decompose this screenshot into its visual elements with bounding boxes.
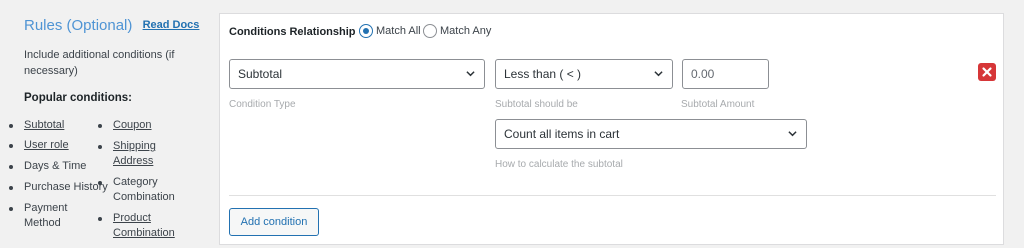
match-all-label[interactable]: Match All: [376, 25, 421, 37]
subtotal-amount-input[interactable]: 0.00: [682, 59, 769, 89]
rules-title-text: Rules (Optional): [24, 17, 133, 34]
match-all-radio[interactable]: [359, 24, 373, 38]
condition-link-subtotal[interactable]: Subtotal: [8, 118, 64, 133]
close-icon: [982, 67, 992, 77]
condition-type-select[interactable]: Subtotal: [229, 59, 485, 89]
subtotal-amount-hint: Subtotal Amount: [681, 99, 755, 110]
subtotal-calculation-select[interactable]: Count all items in cart: [495, 119, 807, 149]
subtotal-calculation-hint: How to calculate the subtotal: [495, 159, 623, 170]
divider: [229, 195, 996, 196]
conditions-relationship-label: Conditions Relationship: [229, 26, 356, 38]
condition-type-hint: Condition Type: [229, 99, 296, 110]
rules-title: Rules (Optional) Read Docs: [24, 17, 199, 34]
popular-conditions-label: Popular conditions:: [24, 92, 132, 104]
condition-link-product-combination[interactable]: Product Combination: [98, 211, 185, 241]
match-any-radio[interactable]: [423, 24, 437, 38]
conditions-panel: Conditions Relationship Match All Match …: [219, 13, 1004, 245]
subtotal-amount-value: 0.00: [691, 67, 715, 81]
rules-description: Include additional conditions (if necess…: [24, 49, 175, 77]
condition-item-purchase-history: Purchase History: [9, 181, 108, 193]
operator-hint: Subtotal should be: [495, 99, 578, 110]
match-any-label[interactable]: Match Any: [440, 25, 491, 37]
condition-type-value: Subtotal: [238, 67, 283, 81]
condition-item-payment-method: Payment Method: [9, 201, 76, 231]
chevron-down-icon: [654, 71, 663, 77]
help-sidebar: Rules (Optional) Read Docs Include addit…: [0, 0, 208, 248]
condition-link-coupon[interactable]: Coupon: [98, 118, 152, 133]
add-condition-button[interactable]: Add condition: [229, 208, 319, 236]
operator-value: Less than ( < ): [504, 67, 582, 81]
condition-item-days-time: Days & Time: [8, 160, 87, 172]
condition-link-shipping-address[interactable]: Shipping Address: [98, 139, 169, 169]
read-docs-link[interactable]: Read Docs: [143, 19, 200, 31]
condition-link-user-role[interactable]: User role: [9, 138, 69, 153]
subtotal-calculation-value: Count all items in cart: [504, 127, 620, 141]
condition-item-category-combination: Category Combination: [98, 175, 185, 205]
operator-select[interactable]: Less than ( < ): [495, 59, 673, 89]
chevron-down-icon: [788, 131, 797, 137]
remove-condition-button[interactable]: [978, 63, 996, 81]
chevron-down-icon: [466, 71, 475, 77]
